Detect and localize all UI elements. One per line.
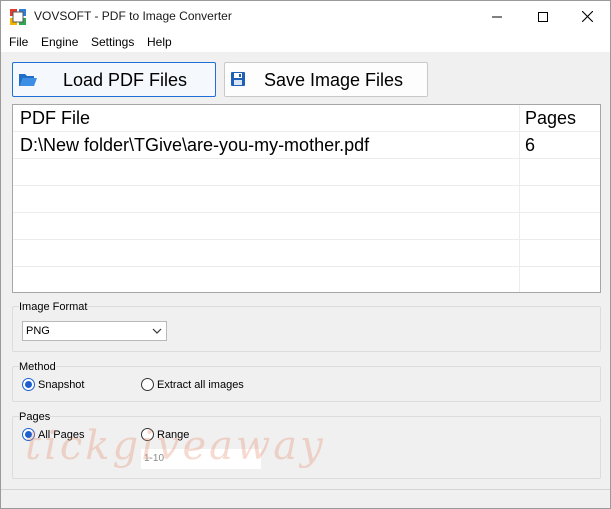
chevron-down-icon xyxy=(152,328,162,334)
table-row-empty xyxy=(13,159,600,186)
app-icon xyxy=(10,9,26,25)
save-image-label: Save Image Files xyxy=(264,70,404,90)
menu-bar: File Engine Settings Help xyxy=(1,32,610,52)
menu-engine[interactable]: Engine xyxy=(41,35,78,49)
grid-header-row: PDF File Pages xyxy=(13,105,600,132)
app-window: VOVSOFT - PDF to Image Converter File En… xyxy=(0,0,611,509)
snapshot-radio-label[interactable]: Snapshot xyxy=(38,379,84,391)
minimize-button[interactable] xyxy=(474,1,520,32)
save-disk-icon xyxy=(231,72,245,86)
image-format-select[interactable]: PNG xyxy=(22,321,167,341)
method-label: Method xyxy=(19,361,56,373)
column-header-pages[interactable]: Pages xyxy=(525,108,576,129)
snapshot-radio[interactable] xyxy=(22,378,35,391)
extract-images-radio[interactable] xyxy=(141,378,154,391)
menu-settings[interactable]: Settings xyxy=(91,35,134,49)
load-pdf-label: Load PDF Files xyxy=(63,70,188,90)
window-title: VOVSOFT - PDF to Image Converter xyxy=(34,9,232,23)
minimize-icon xyxy=(492,16,502,17)
maximize-icon xyxy=(538,11,548,22)
close-icon xyxy=(581,11,593,22)
row-file-path: D:\New folder\TGive\are-you-my-mother.pd… xyxy=(20,135,370,155)
table-row[interactable]: D:\New folder\TGive\are-you-my-mother.pd… xyxy=(13,132,600,159)
close-button[interactable] xyxy=(564,1,610,32)
image-format-value: PNG xyxy=(26,325,50,337)
extract-images-radio-label[interactable]: Extract all images xyxy=(157,379,244,391)
watermark-text: tickgiveaway xyxy=(25,423,326,469)
menu-help[interactable]: Help xyxy=(147,35,172,49)
status-bar-divider xyxy=(1,489,610,490)
column-header-pdf-file[interactable]: PDF File xyxy=(20,108,90,129)
table-row-empty xyxy=(13,267,600,292)
title-bar: VOVSOFT - PDF to Image Converter xyxy=(1,1,610,32)
folder-open-icon xyxy=(19,74,37,86)
row-page-count: 6 xyxy=(525,135,536,155)
pdf-file-grid[interactable]: PDF File Pages D:\New folder\TGive\are-y… xyxy=(12,104,601,293)
table-row-empty xyxy=(13,240,600,267)
table-row-empty xyxy=(13,213,600,240)
load-pdf-button[interactable]: Load PDF Files xyxy=(12,62,216,97)
method-group xyxy=(12,366,601,402)
maximize-button[interactable] xyxy=(520,1,566,32)
save-image-button[interactable]: Save Image Files xyxy=(224,62,428,97)
menu-file[interactable]: File xyxy=(9,35,28,49)
image-format-label: Image Format xyxy=(19,301,88,313)
table-row-empty xyxy=(13,186,600,213)
pages-label: Pages xyxy=(19,411,51,423)
